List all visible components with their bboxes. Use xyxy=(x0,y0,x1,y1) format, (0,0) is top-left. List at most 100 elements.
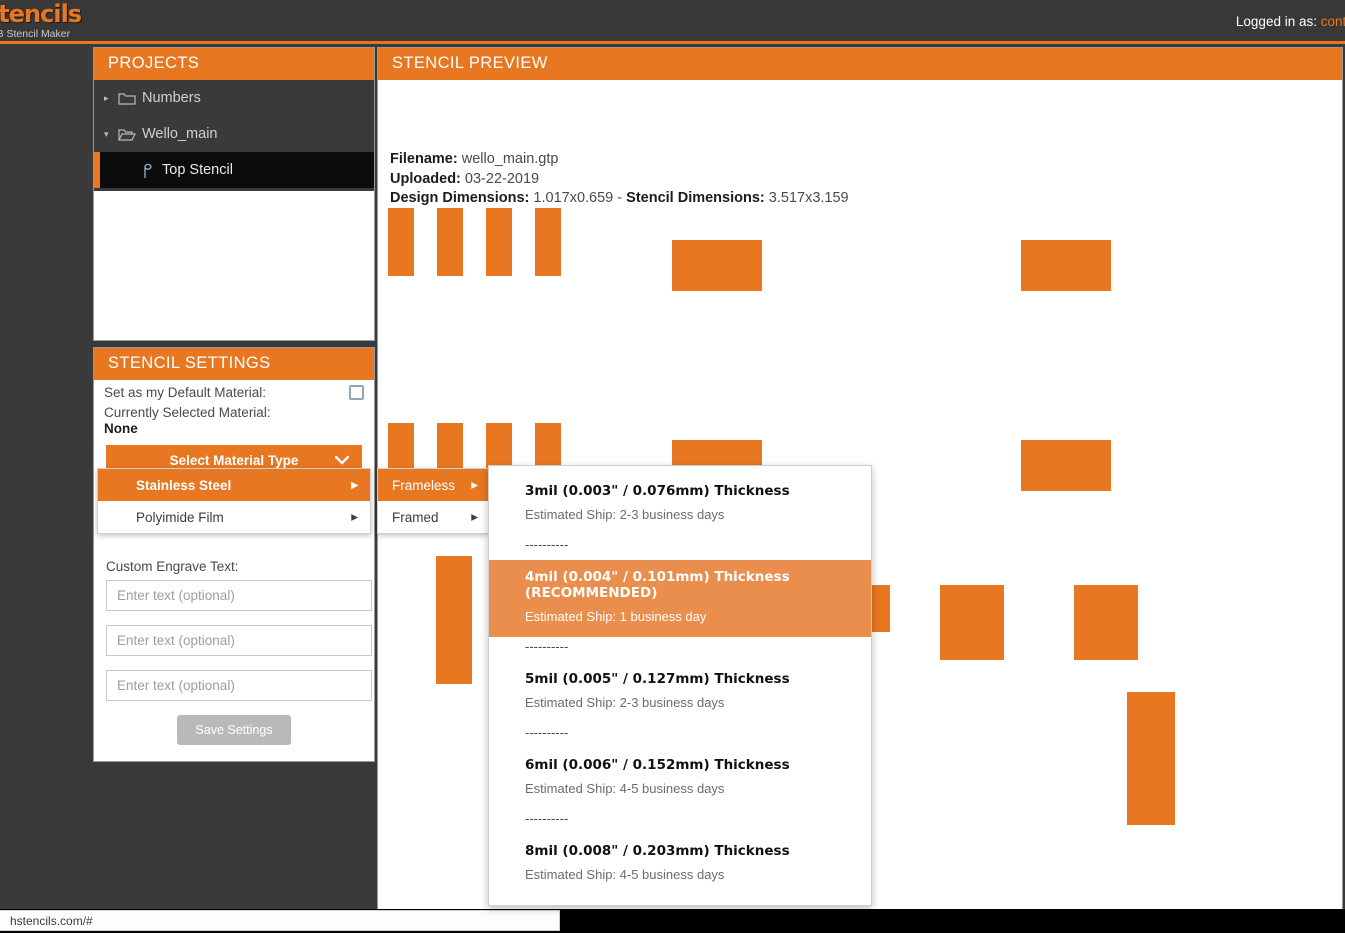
design-dimensions-value: 1.017x0.659 xyxy=(533,190,614,207)
stencil-aperture xyxy=(437,208,463,276)
chevron-right-icon: ▸ xyxy=(471,509,478,524)
filename-label: Filename: xyxy=(390,151,458,167)
default-material-row: Set as my Default Material: xyxy=(102,380,366,402)
top-bar: Stencils PCB Stencil Maker Logged in as:… xyxy=(0,0,1345,44)
site-logo[interactable]: Stencils PCB Stencil Maker xyxy=(0,2,102,40)
currently-selected-value: None xyxy=(104,421,138,436)
thickness-option-title: 8mil (0.008" / 0.203mm) Thickness xyxy=(525,843,790,859)
engrave-input-2[interactable] xyxy=(106,625,372,656)
chevron-right-icon: ▸ xyxy=(351,509,358,524)
menu-item-stainless-steel[interactable]: Stainless Steel ▸ xyxy=(98,469,370,501)
thickness-option[interactable]: 5mil (0.005" / 0.127mm) Thickness Estimat… xyxy=(489,662,871,723)
stencil-aperture xyxy=(672,240,762,291)
menu-item-framed[interactable]: Framed ▸ xyxy=(378,501,488,533)
nav-item-2[interactable]: ng xyxy=(0,151,92,189)
projects-panel-title: PROJECTS xyxy=(94,48,374,80)
default-material-checkbox[interactable] xyxy=(349,385,364,400)
design-dimensions-label: Design Dimensions: xyxy=(390,190,530,207)
logo-tagline: PCB Stencil Maker xyxy=(0,28,71,40)
select-material-type-label: Select Material Type xyxy=(169,452,299,468)
dimensions-row: Design Dimensions: 1.017x0.659 - Stencil… xyxy=(390,189,849,209)
stencil-aperture xyxy=(940,585,1004,660)
stencil-aperture xyxy=(1127,692,1175,825)
thickness-option-ship: Estimated Ship: 2-3 business days xyxy=(525,507,725,522)
nav-item-0[interactable]: d xyxy=(0,75,92,113)
logged-in-email[interactable]: contact@ha xyxy=(1321,14,1345,29)
thickness-option[interactable]: 3mil (0.003" / 0.076mm) Thickness Estimat… xyxy=(489,474,871,535)
filename-value: wello_main.gtp xyxy=(461,151,559,167)
stencil-aperture xyxy=(486,208,512,276)
tree-item-wello-main[interactable]: ▾ Wello_main xyxy=(94,116,374,152)
chevron-right-icon[interactable]: ▸ xyxy=(104,93,118,103)
stencil-aperture xyxy=(1021,440,1111,491)
thickness-option-ship: Estimated Ship: 4-5 business days xyxy=(525,781,725,796)
projects-tree: ▸ Numbers ▾ Wello_main Top Stencil xyxy=(94,80,374,188)
menu-item-label: Polyimide Film xyxy=(136,509,224,525)
nav-item-1[interactable]: s xyxy=(0,113,92,151)
menu-item-frameless[interactable]: Frameless ▸ xyxy=(378,469,488,501)
logged-in-status: Logged in as: contact@ha xyxy=(1236,14,1345,29)
save-settings-button[interactable]: Save Settings xyxy=(177,715,291,745)
app-root: Stencils PCB Stencil Maker Logged in as:… xyxy=(0,0,1345,933)
thickness-option-ship: Estimated Ship: 2-3 business days xyxy=(525,695,725,710)
preview-metadata: Filename: wello_main.gtp Uploaded: 03-22… xyxy=(390,150,849,209)
chevron-down-icon[interactable]: ▾ xyxy=(104,129,118,139)
uploaded-row: Uploaded: 03-22-2019 xyxy=(390,170,849,190)
logged-in-label: Logged in as: xyxy=(1235,14,1317,29)
dimensions-separator: - xyxy=(617,190,623,207)
tree-item-top-stencil[interactable]: Top Stencil xyxy=(94,152,374,188)
projects-tree-container: ▸ Numbers ▾ Wello_main Top Stencil xyxy=(94,80,374,327)
material-type-menu: Stainless Steel ▸ Polyimide Film ▸ xyxy=(97,468,371,534)
left-nav: d s ng / Policies How-To / ct Us t xyxy=(0,47,92,909)
thickness-option-title: 5mil (0.005" / 0.127mm) Thickness xyxy=(525,671,790,687)
projects-panel: PROJECTS ▸ Numbers ▾ Wello_main Top Sten… xyxy=(93,47,375,341)
filename-row: Filename: wello_main.gtp xyxy=(390,150,849,170)
projects-empty-area xyxy=(94,191,374,327)
uploaded-label: Uploaded: xyxy=(390,170,461,187)
engrave-input-1[interactable] xyxy=(106,580,372,611)
chevron-right-icon: ▸ xyxy=(471,477,478,492)
logo-text: Stencils xyxy=(0,0,82,28)
nav-item-3[interactable]: / Policies xyxy=(0,189,92,227)
tree-item-label: Numbers xyxy=(142,90,201,106)
tree-item-label: Top Stencil xyxy=(162,162,233,178)
thickness-option[interactable]: 4mil (0.004" / 0.101mm) Thickness (RECOM… xyxy=(489,560,871,637)
stencil-dimensions-label: Stencil Dimensions: xyxy=(626,190,765,207)
thickness-option-title: 4mil (0.004" / 0.101mm) Thickness (RECOM… xyxy=(525,569,790,601)
menu-item-label: Stainless Steel xyxy=(136,477,232,493)
preview-panel-title: STENCIL PREVIEW xyxy=(378,48,1342,80)
menu-separator: ---------- xyxy=(525,639,569,654)
thickness-option-ship: Estimated Ship: 1 business day xyxy=(525,609,707,624)
frame-type-menu: Frameless ▸ Framed ▸ xyxy=(377,468,489,534)
tree-item-numbers[interactable]: ▸ Numbers xyxy=(94,80,374,116)
menu-item-polyimide-film[interactable]: Polyimide Film ▸ xyxy=(98,501,370,533)
nav-item-7[interactable]: t xyxy=(0,367,92,405)
chevron-right-icon: ▸ xyxy=(351,477,358,492)
stencil-icon xyxy=(140,161,156,179)
stencil-aperture xyxy=(1021,240,1111,291)
stencil-aperture xyxy=(436,556,472,684)
nav-item-4[interactable]: How-To xyxy=(0,227,92,265)
stencil-aperture xyxy=(535,208,561,276)
thickness-menu: 3mil (0.003" / 0.076mm) Thickness Estimat… xyxy=(488,465,872,906)
menu-item-label: Framed xyxy=(392,509,439,525)
thickness-option-ship: Estimated Ship: 4-5 business days xyxy=(525,867,725,882)
chevron-down-icon xyxy=(334,453,350,468)
thickness-option-title: 6mil (0.006" / 0.152mm) Thickness xyxy=(525,757,790,773)
default-material-label: Set as my Default Material: xyxy=(104,385,267,400)
menu-separator: ---------- xyxy=(525,537,569,552)
nav-item-6[interactable]: ct Us xyxy=(0,329,92,367)
thickness-option[interactable]: 8mil (0.008" / 0.203mm) Thickness Estimat… xyxy=(489,834,871,895)
engrave-input-3[interactable] xyxy=(106,670,372,701)
custom-engrave-label: Custom Engrave Text: xyxy=(106,559,239,574)
menu-item-label: Frameless xyxy=(392,477,456,493)
stencil-settings-panel: STENCIL SETTINGS Set as my Default Mater… xyxy=(93,347,375,762)
nav-item-5[interactable]: / xyxy=(0,291,92,329)
thickness-option[interactable]: 6mil (0.006" / 0.152mm) Thickness Estimat… xyxy=(489,748,871,809)
settings-body: Set as my Default Material: Currently Se… xyxy=(94,380,374,755)
browser-status-bar: hstencils.com/# xyxy=(0,909,1345,933)
thickness-option-title: 3mil (0.003" / 0.076mm) Thickness xyxy=(525,483,790,499)
settings-panel-title: STENCIL SETTINGS xyxy=(94,348,374,380)
nav-divider xyxy=(0,265,92,291)
uploaded-value: 03-22-2019 xyxy=(464,170,540,187)
